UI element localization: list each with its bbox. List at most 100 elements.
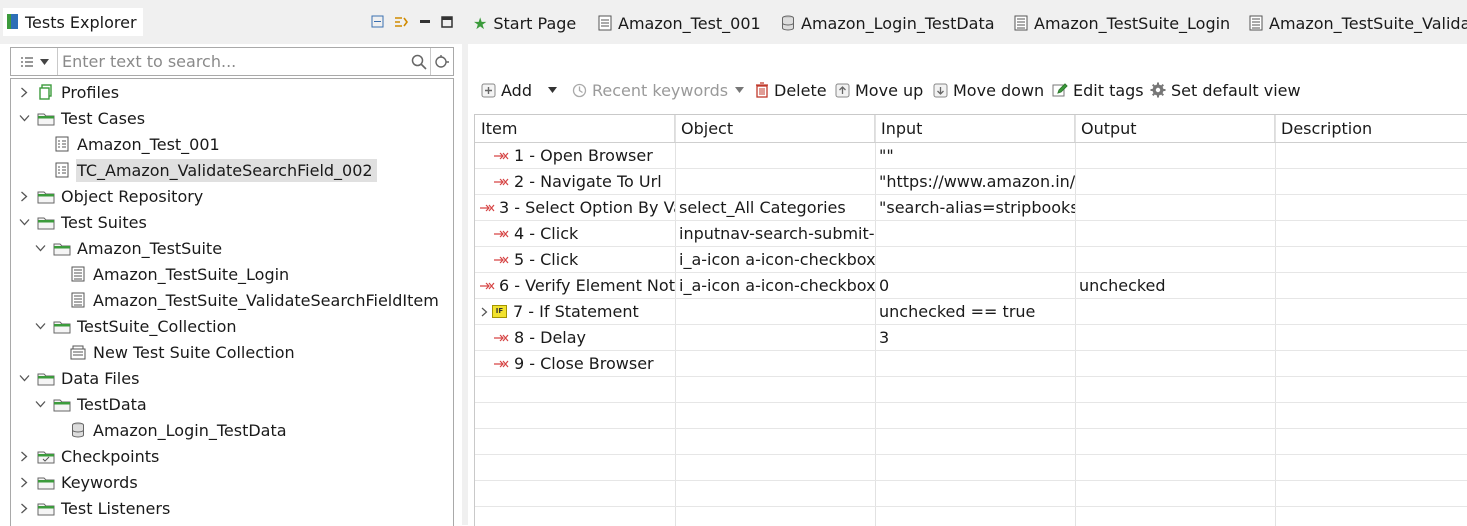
tree-item-data-files[interactable]: Data Files	[17, 365, 143, 391]
maximize-icon[interactable]	[441, 14, 455, 28]
cell-output[interactable]	[1075, 195, 1275, 220]
chevron-down-icon[interactable]	[33, 319, 47, 333]
table-row[interactable]: 3 - Select Option By Valueselect_All Cat…	[475, 195, 1467, 220]
chevron-right-icon[interactable]	[479, 305, 489, 319]
cell-item[interactable]: 9 - Close Browser	[475, 351, 675, 376]
cell-input[interactable]	[875, 247, 1075, 272]
tree-item-amazon-testsuite-login[interactable]: Amazon_TestSuite_Login	[49, 261, 293, 287]
cell-object[interactable]: i_a-icon a-icon-checkbox	[675, 273, 875, 298]
cell-description[interactable]	[1275, 273, 1467, 298]
cell-object[interactable]	[675, 325, 875, 350]
cell-output[interactable]	[1075, 247, 1275, 272]
filter-dropdown[interactable]	[11, 48, 58, 75]
table-row[interactable]: 1 - Open Browser ""	[475, 143, 1467, 168]
cell-input[interactable]	[875, 351, 1075, 376]
tree-item-checkpoints[interactable]: Checkpoints	[17, 443, 163, 469]
chevron-right-icon[interactable]	[17, 449, 31, 463]
column-header-output[interactable]: Output	[1075, 115, 1275, 142]
tree-item-amazon-login-testdata[interactable]: Amazon_Login_TestData	[49, 417, 291, 443]
tab-amazon-test-001[interactable]: Amazon_Test_001	[598, 10, 761, 36]
cell-item[interactable]: 1 - Open Browser	[475, 143, 675, 168]
chevron-right-icon[interactable]	[17, 189, 31, 203]
chevron-right-icon[interactable]	[17, 85, 31, 99]
chevron-right-icon[interactable]	[17, 501, 31, 515]
cell-object[interactable]	[675, 169, 875, 194]
cell-description[interactable]	[1275, 143, 1467, 168]
cell-object[interactable]	[675, 143, 875, 168]
cell-description[interactable]	[1275, 325, 1467, 350]
cell-output[interactable]: unchecked	[1075, 273, 1275, 298]
tree-item-tc-amazon-validatesearchfield-002[interactable]: TC_Amazon_ValidateSearchField_002	[33, 157, 377, 183]
chevron-down-icon[interactable]	[17, 215, 31, 229]
cell-object[interactable]	[675, 299, 875, 324]
tree-item-keywords[interactable]: Keywords	[17, 469, 142, 495]
cell-input[interactable]: 0	[875, 273, 1075, 298]
cell-input[interactable]: "https://www.amazon.in/"	[875, 169, 1075, 194]
tree-item-object-repository[interactable]: Object Repository	[17, 183, 207, 209]
cell-item[interactable]: 6 - Verify Element Not Checked	[475, 273, 675, 298]
cell-description[interactable]	[1275, 221, 1467, 246]
tree-item-amazon-testsuite[interactable]: Amazon_TestSuite	[33, 235, 226, 261]
column-header-object[interactable]: Object	[675, 115, 875, 142]
cell-description[interactable]	[1275, 351, 1467, 376]
chevron-down-icon[interactable]	[17, 371, 31, 385]
tab-amazon-testsuite-login[interactable]: Amazon_TestSuite_Login	[1014, 10, 1230, 36]
cell-input[interactable]	[875, 221, 1075, 246]
tree-item-new-test-suite-collection[interactable]: New Test Suite Collection	[49, 339, 299, 365]
cell-item[interactable]: 5 - Click	[475, 247, 675, 272]
cell-input[interactable]: "search-alias=stripbooks", false	[875, 195, 1075, 220]
tree-item-testsuite-collection[interactable]: TestSuite_Collection	[33, 313, 241, 339]
cell-output[interactable]	[1075, 351, 1275, 376]
tab-tests-explorer[interactable]: Tests Explorer	[3, 8, 143, 36]
cell-input[interactable]: unchecked == true	[875, 299, 1075, 324]
tree-item-testdata[interactable]: TestData	[33, 391, 151, 417]
tree-item-profiles[interactable]: Profiles	[17, 79, 123, 105]
recent-dropdown-button[interactable]	[735, 78, 744, 102]
cell-output[interactable]	[1075, 169, 1275, 194]
tab-amazon-testsuite-validate[interactable]: Amazon_TestSuite_Validate	[1249, 10, 1467, 36]
link-editor-icon[interactable]	[393, 14, 408, 28]
advanced-search-button[interactable]	[430, 48, 453, 75]
cell-item[interactable]: 2 - Navigate To Url	[475, 169, 675, 194]
cell-output[interactable]	[1075, 143, 1275, 168]
cell-input[interactable]: 3	[875, 325, 1075, 350]
table-row[interactable]: 9 - Close Browser	[475, 351, 1467, 376]
table-row[interactable]: 4 - Click inputnav-search-submit-button	[475, 221, 1467, 246]
cell-description[interactable]	[1275, 169, 1467, 194]
search-button[interactable]	[408, 48, 430, 75]
tree-item-amazon-testsuite-validatesearchfielditem[interactable]: Amazon_TestSuite_ValidateSearchFieldItem	[49, 287, 443, 313]
cell-item[interactable]: 8 - Delay	[475, 325, 675, 350]
cell-output[interactable]	[1075, 299, 1275, 324]
table-row[interactable]: IF 7 - If Statement unchecked == true	[475, 299, 1467, 324]
chevron-right-icon[interactable]	[17, 475, 31, 489]
chevron-down-icon[interactable]	[33, 241, 47, 255]
minimize-icon[interactable]	[419, 14, 433, 28]
add-button[interactable]: Add	[481, 78, 532, 102]
cell-item[interactable]: IF 7 - If Statement	[475, 299, 675, 324]
cell-object[interactable]: select_All Categories	[675, 195, 875, 220]
cell-item[interactable]: 3 - Select Option By Value	[475, 195, 675, 220]
tree-item-amazon-test-001[interactable]: Amazon_Test_001	[33, 131, 224, 157]
cell-item[interactable]: 4 - Click	[475, 221, 675, 246]
cell-object[interactable]: inputnav-search-submit-button	[675, 221, 875, 246]
edit-tags-button[interactable]: Edit tags	[1052, 78, 1144, 102]
cell-output[interactable]	[1075, 221, 1275, 246]
chevron-down-icon[interactable]	[17, 111, 31, 125]
table-row[interactable]: 5 - Click i_a-icon a-icon-checkbox	[475, 247, 1467, 272]
column-header-input[interactable]: Input	[875, 115, 1075, 142]
search-input[interactable]	[58, 50, 408, 73]
cell-output[interactable]	[1075, 325, 1275, 350]
cell-description[interactable]	[1275, 195, 1467, 220]
table-row[interactable]: 6 - Verify Element Not Checkedi_a-icon a…	[475, 273, 1467, 298]
cell-object[interactable]	[675, 351, 875, 376]
tree-item-test-suites[interactable]: Test Suites	[17, 209, 151, 235]
tree-item-test-listeners[interactable]: Test Listeners	[17, 495, 174, 521]
table-row[interactable]: 2 - Navigate To Url "https://www.amazon.i…	[475, 169, 1467, 194]
chevron-down-icon[interactable]	[33, 397, 47, 411]
recent-keywords-button[interactable]: Recent keywords	[572, 78, 728, 102]
move-down-button[interactable]: Move down	[933, 78, 1044, 102]
cell-input[interactable]: ""	[875, 143, 1075, 168]
column-header-item[interactable]: Item	[475, 115, 675, 142]
add-dropdown-button[interactable]	[548, 78, 557, 102]
move-up-button[interactable]: Move up	[835, 78, 923, 102]
